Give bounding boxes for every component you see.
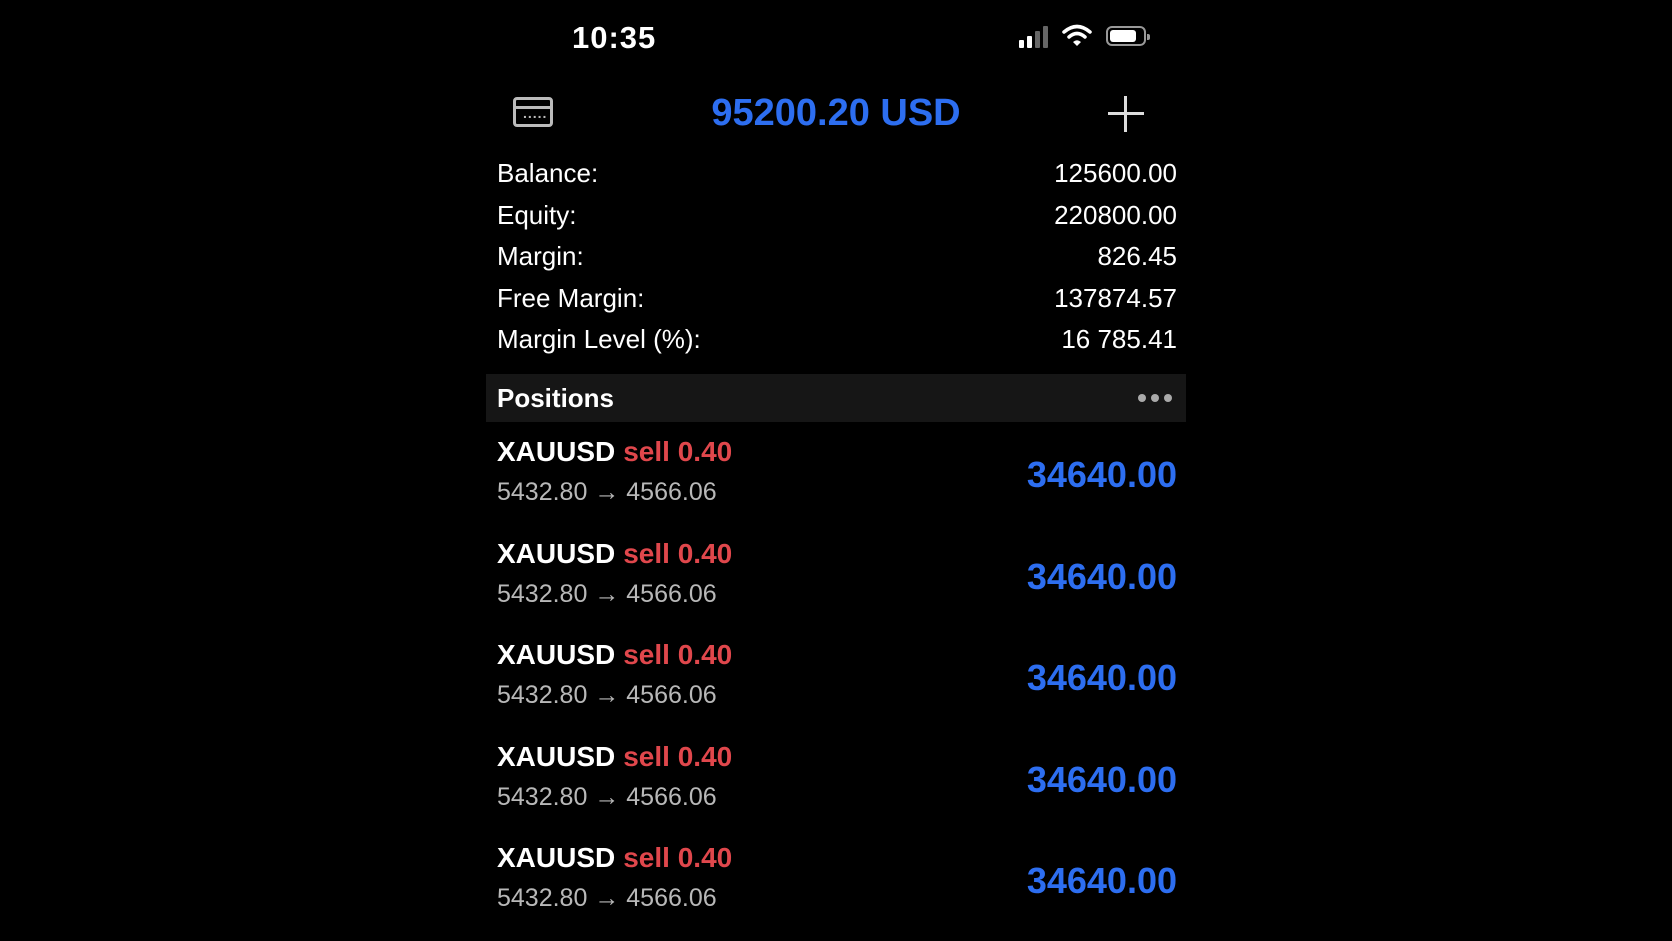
wifi-icon xyxy=(1062,24,1092,46)
position-profit: 34640.00 xyxy=(1026,454,1177,495)
position-title: XAUUSD sell 0.40 xyxy=(497,842,732,874)
position-prices: 5432.80 → 4566.06 xyxy=(497,681,717,709)
position-row[interactable]: XAUUSD sell 0.40 5432.80 → 4566.06 34640.… xyxy=(497,635,1177,737)
account-value: 137874.57 xyxy=(1054,282,1177,313)
position-row[interactable]: XAUUSD sell 0.40 5432.80 → 4566.06 34640.… xyxy=(497,432,1177,534)
signal-icon xyxy=(1019,24,1048,48)
position-prices: 5432.80 → 4566.06 xyxy=(497,579,717,608)
position-side: sell 0.40 xyxy=(623,537,733,569)
position-title: XAUUSD sell 0.40 xyxy=(497,436,732,468)
account-label: Equity: xyxy=(497,199,577,230)
account-label: Balance: xyxy=(497,158,599,188)
positions-list: XAUUSD sell 0.40 5432.80 → 4566.06 34640.… xyxy=(497,432,1177,940)
more-icon[interactable] xyxy=(1138,394,1172,402)
status-icons xyxy=(1019,24,1150,48)
position-symbol: XAUUSD xyxy=(497,639,616,670)
position-profit: 34640.00 xyxy=(1026,758,1177,800)
position-prices: 5432.80 → 4566.06 xyxy=(497,782,717,811)
account-value: 220800.00 xyxy=(1054,199,1177,230)
position-title: XAUUSD sell 0.40 xyxy=(497,538,732,570)
position-side: sell 0.40 xyxy=(623,740,733,772)
account-row: Free Margin: 137874.57 xyxy=(497,283,1177,325)
battery-icon xyxy=(1106,26,1150,46)
position-side: sell 0.40 xyxy=(623,842,733,873)
positions-header: Positions xyxy=(486,374,1186,422)
account-row: Equity: 220800.00 xyxy=(497,200,1177,242)
plus-icon[interactable] xyxy=(1108,96,1144,132)
account-value: 125600.00 xyxy=(1054,158,1177,188)
account-summary: Balance: 125600.00 Equity: 220800.00 Mar… xyxy=(497,158,1177,366)
account-label: Free Margin: xyxy=(497,282,645,313)
position-prices: 5432.80 → 4566.06 xyxy=(497,884,717,912)
account-value: 16 785.41 xyxy=(1061,324,1177,354)
position-row[interactable]: XAUUSD sell 0.40 5432.80 → 4566.06 34640.… xyxy=(497,737,1177,839)
position-side: sell 0.40 xyxy=(623,436,733,467)
status-time: 10:35 xyxy=(572,20,657,55)
account-row: Balance: 125600.00 xyxy=(497,158,1177,200)
account-value: 826.45 xyxy=(1097,241,1177,271)
position-side: sell 0.40 xyxy=(623,639,733,670)
position-title: XAUUSD sell 0.40 xyxy=(497,741,732,773)
position-profit: 34640.00 xyxy=(1026,860,1177,901)
positions-title: Positions xyxy=(497,382,615,413)
app-screen: 10:35 95200.20 USD Balance: 125600.00 Eq… xyxy=(486,0,1186,941)
position-profit: 34640.00 xyxy=(1026,657,1177,698)
position-row[interactable]: XAUUSD sell 0.40 5432.80 → 4566.06 34640.… xyxy=(497,534,1177,636)
position-row[interactable]: XAUUSD sell 0.40 5432.80 → 4566.06 34640.… xyxy=(497,838,1177,940)
account-label: Margin: xyxy=(497,241,584,271)
position-profit: 34640.00 xyxy=(1026,555,1177,597)
position-symbol: XAUUSD xyxy=(497,436,616,467)
position-symbol: XAUUSD xyxy=(497,537,616,569)
account-row: Margin Level (%): 16 785.41 xyxy=(497,324,1177,366)
position-prices: 5432.80 → 4566.06 xyxy=(497,478,717,506)
balance-title: 95200.20 USD xyxy=(711,92,961,134)
account-row: Margin: 826.45 xyxy=(497,241,1177,283)
position-symbol: XAUUSD xyxy=(497,740,616,772)
position-symbol: XAUUSD xyxy=(497,842,616,873)
account-label: Margin Level (%): xyxy=(497,324,701,354)
position-title: XAUUSD sell 0.40 xyxy=(497,639,732,671)
